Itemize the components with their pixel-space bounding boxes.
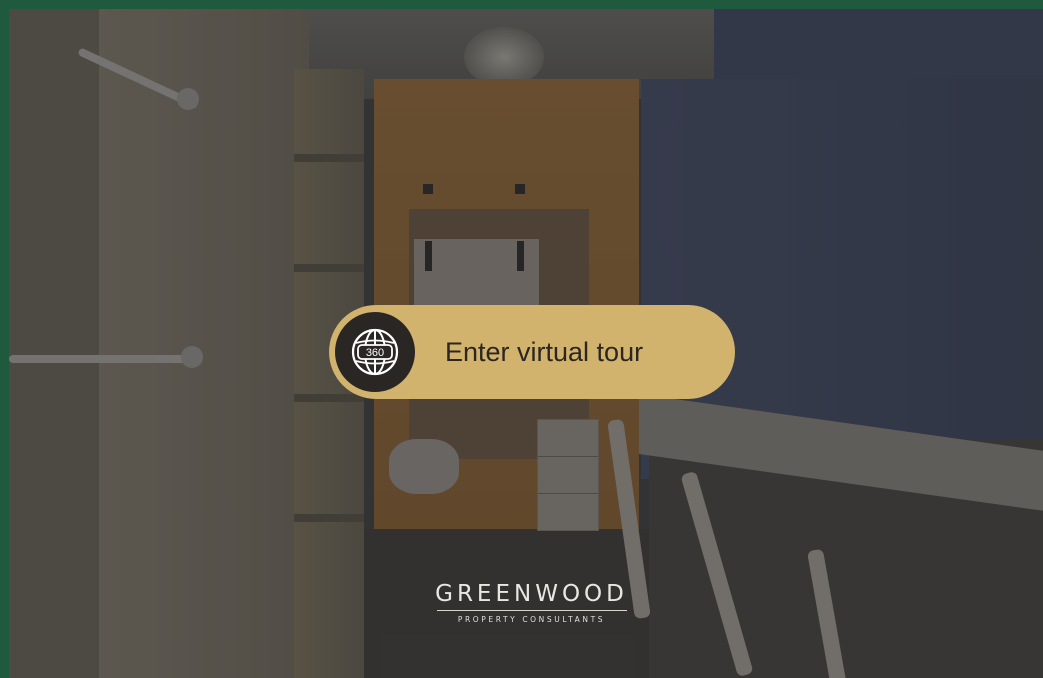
logo-divider [436,610,627,611]
svg-text:360: 360 [366,347,384,359]
logo-name: GREENWOOD [435,581,628,607]
virtual-tour-viewer[interactable]: 360 Enter virtual tour GREENWOOD PROPERT… [9,9,1043,678]
enter-virtual-tour-button[interactable]: 360 Enter virtual tour [329,305,735,399]
logo-tagline: PROPERTY CONSULTANTS [457,615,606,624]
enter-virtual-tour-label: Enter virtual tour [445,337,644,367]
360-globe-icon: 360 [335,312,415,392]
page-frame: 360 Enter virtual tour GREENWOOD PROPERT… [0,0,1043,678]
company-logo: GREENWOOD PROPERTY CONSULTANTS [409,581,654,624]
